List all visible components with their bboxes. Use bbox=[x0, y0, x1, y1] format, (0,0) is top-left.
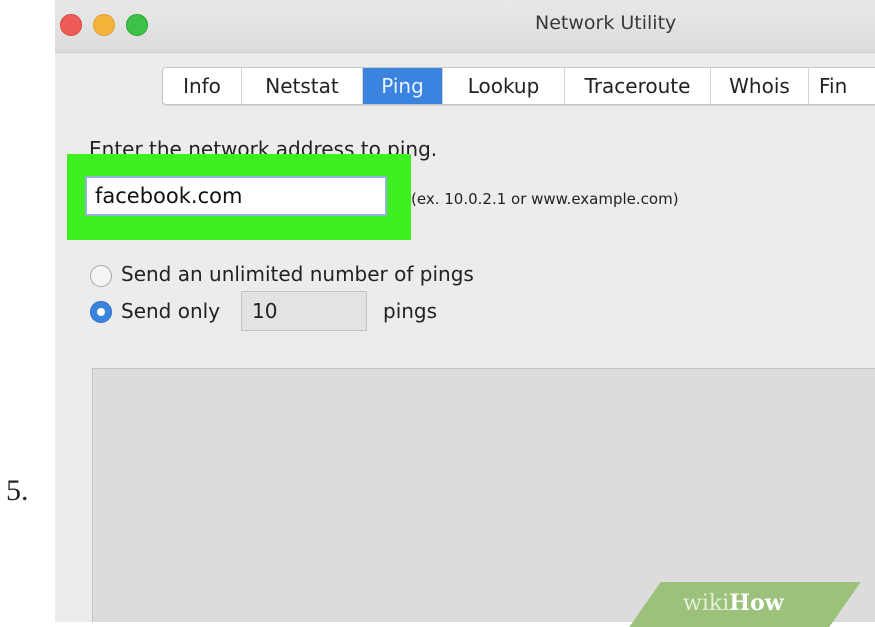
tab-ping[interactable]: Ping bbox=[363, 68, 443, 104]
tab-info[interactable]: Info bbox=[163, 68, 242, 104]
watermark-wiki: wiki bbox=[683, 591, 730, 616]
title-bar: Network Utility bbox=[55, 0, 875, 53]
wikihow-watermark: wikiHow bbox=[683, 590, 784, 616]
window-title: Network Utility bbox=[535, 12, 677, 34]
step-number: 5. bbox=[6, 474, 29, 507]
radio-unlimited-pings[interactable] bbox=[90, 265, 112, 287]
tab-bar: Info Netstat Ping Lookup Traceroute Whoi… bbox=[162, 67, 875, 105]
watermark-how: How bbox=[729, 590, 784, 616]
ping-count-suffix: pings bbox=[383, 299, 438, 323]
ping-count-input[interactable] bbox=[241, 291, 367, 331]
minimize-window-button[interactable] bbox=[93, 14, 115, 36]
radio-send-only[interactable] bbox=[90, 301, 112, 323]
tab-whois[interactable]: Whois bbox=[711, 68, 809, 104]
radio-unlimited-label: Send an unlimited number of pings bbox=[121, 262, 474, 286]
network-utility-window: Network Utility Info Netstat Ping Lookup… bbox=[55, 0, 875, 622]
address-example-hint: (ex. 10.0.2.1 or www.example.com) bbox=[411, 190, 679, 208]
tab-finger[interactable]: Fin bbox=[809, 68, 875, 104]
close-window-button[interactable] bbox=[60, 14, 82, 36]
tab-traceroute[interactable]: Traceroute bbox=[565, 68, 711, 104]
address-input[interactable] bbox=[85, 176, 387, 216]
radio-send-only-label: Send only bbox=[121, 299, 221, 323]
tab-lookup[interactable]: Lookup bbox=[443, 68, 565, 104]
tab-netstat[interactable]: Netstat bbox=[242, 68, 363, 104]
zoom-window-button[interactable] bbox=[126, 14, 148, 36]
